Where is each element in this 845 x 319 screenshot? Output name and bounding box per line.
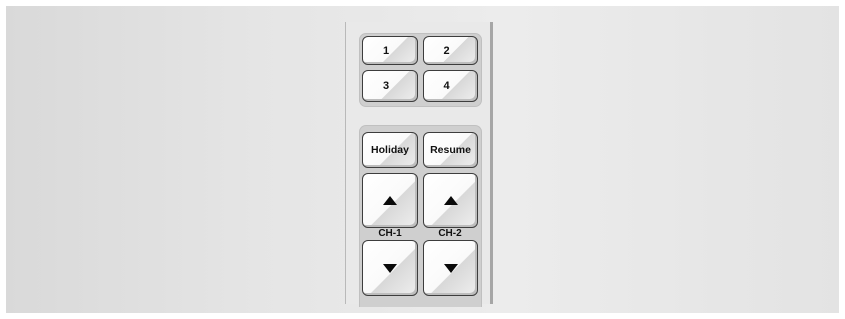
button-2[interactable]: 2: [423, 36, 478, 65]
keypad-panel-edge: [490, 22, 493, 304]
ch2-label: CH-2: [438, 228, 462, 239]
ch2-down-button[interactable]: [423, 240, 478, 296]
triangle-up-icon: [443, 196, 458, 205]
ch1-up-button[interactable]: [362, 173, 418, 228]
holiday-button[interactable]: Holiday: [362, 132, 418, 168]
ch2-up-button[interactable]: [423, 173, 478, 228]
ch1-down-button[interactable]: [362, 240, 418, 296]
button-4[interactable]: 4: [423, 70, 478, 102]
triangle-down-icon: [443, 263, 458, 273]
button-3[interactable]: 3: [362, 70, 418, 102]
triangle-down-icon: [383, 263, 397, 273]
triangle-up-icon: [383, 196, 397, 205]
ch1-label: CH-1: [378, 228, 402, 239]
button-1[interactable]: 1: [362, 36, 418, 65]
resume-button[interactable]: Resume: [423, 132, 478, 168]
